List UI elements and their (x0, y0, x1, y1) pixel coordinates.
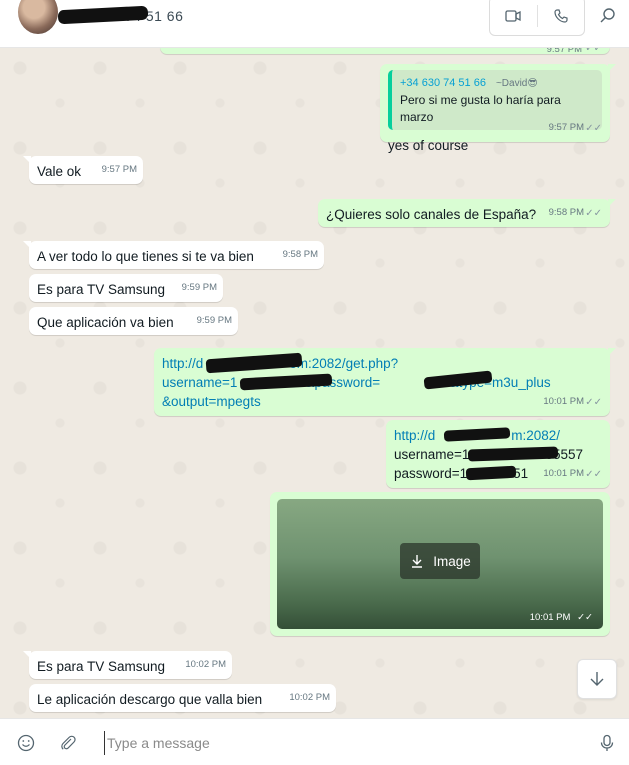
message-list[interactable]: 9:57 PM ✓✓ +34 630 74 51 66 ~David😎 Pero … (0, 48, 629, 718)
message-input[interactable] (104, 731, 574, 755)
call-buttons-group (489, 0, 585, 36)
quote-author: +34 630 74 51 66 (400, 77, 486, 89)
message-text: Es para TV Samsung (37, 282, 166, 297)
message-text-line: username=1 55557 (394, 445, 602, 464)
search-icon (600, 8, 615, 23)
message-time: 10:01 PM (543, 468, 584, 479)
video-camera-icon (505, 10, 521, 22)
voice-message-button[interactable] (597, 733, 617, 753)
message-link[interactable]: &output=mpegts (162, 392, 602, 411)
quote-author-alias: ~David😎 (495, 78, 538, 89)
message-time: 9:59 PM (196, 315, 232, 326)
read-receipt-icon: ✓✓ (577, 612, 593, 623)
message-time: 9:57 PM (546, 48, 582, 55)
message-text: A ver todo lo que tienes si te va bien (37, 249, 254, 264)
message-time: 10:02 PM (289, 692, 330, 703)
link-part: username=1 (162, 375, 238, 390)
message-link[interactable]: http://d om:2082/get.php? (162, 352, 602, 374)
message-bubble-incoming[interactable]: Le aplicación descargo que valla bien 10… (29, 684, 336, 712)
image-attachment[interactable]: Image 10:01 PM ✓✓ (277, 499, 603, 629)
message-text: Es para TV Samsung (37, 659, 166, 674)
link-part: http://d (162, 356, 204, 371)
text-part: password=1 (394, 466, 468, 481)
link-part: m:2082/ (511, 428, 561, 443)
message-composer (0, 718, 629, 765)
message-time: 9:57 PM (548, 122, 584, 133)
download-image-button[interactable]: Image (400, 543, 480, 579)
scroll-to-bottom-button[interactable] (577, 659, 617, 699)
message-text: Vale ok (37, 164, 82, 179)
download-image-label: Image (433, 553, 471, 569)
microphone-icon (600, 734, 614, 751)
read-receipt-icon: ✓✓ (585, 208, 602, 219)
redaction-mark (465, 465, 517, 481)
arrow-down-icon (590, 672, 604, 686)
message-text: ¿Quieres solo canales de España? (326, 207, 537, 222)
read-receipt-icon: ✓✓ (585, 469, 602, 480)
message-link[interactable]: http://d m:2082/ (394, 426, 602, 445)
download-icon (412, 555, 423, 568)
image-meta: 10:01 PM ✓✓ (530, 612, 593, 623)
message-text: Que aplicación va bien (37, 315, 174, 330)
message-time: 10:02 PM (185, 659, 226, 670)
read-receipt-icon: ✓✓ (585, 397, 602, 408)
attach-button[interactable] (58, 733, 78, 753)
paperclip-icon (61, 735, 76, 750)
message-text: Le aplicación descargo que valla bien (37, 692, 263, 707)
message-bubble-incoming[interactable]: A ver todo lo que tienes si te va bien 9… (23, 241, 324, 269)
message-bubble-outgoing[interactable]: 9:57 PM ✓✓ (160, 48, 610, 55)
message-bubble-outgoing[interactable]: +34 630 74 51 66 ~David😎 Pero si me gusta… (380, 64, 616, 153)
message-bubble-outgoing[interactable]: http://d m:2082/ username=1 55557 password… (386, 420, 610, 488)
message-time: 9:58 PM (548, 207, 584, 218)
text-part: username=1 (394, 447, 470, 462)
message-bubble-image[interactable]: Image 10:01 PM ✓✓ (270, 492, 610, 636)
message-time: 10:01 PM (529, 612, 571, 623)
message-link[interactable]: username=15557&password=1&type=m3u_plus (162, 370, 602, 392)
link-part: om:2082/get.php? (289, 356, 399, 371)
emoji-button[interactable] (16, 733, 36, 753)
message-bubble-incoming[interactable]: Es para TV Samsung 9:59 PM (29, 274, 223, 302)
message-text: yes of course (388, 138, 469, 153)
message-time: 10:01 PM (543, 396, 584, 407)
voice-call-button[interactable] (538, 0, 585, 35)
contact-avatar[interactable] (18, 0, 58, 34)
message-bubble-outgoing[interactable]: http://d om:2082/get.php? username=15557&… (154, 348, 616, 416)
message-time: 9:59 PM (181, 282, 217, 293)
chat-header: +34 630 74 51 66 (0, 0, 629, 48)
read-receipt-icon: ✓✓ (585, 123, 602, 134)
link-part: http://d (394, 428, 436, 443)
search-button[interactable] (596, 4, 620, 28)
redaction-mark (205, 352, 303, 374)
message-bubble-incoming[interactable]: Que aplicación va bien 9:59 PM (29, 307, 238, 335)
message-bubble-incoming[interactable]: Es para TV Samsung 10:02 PM (23, 651, 232, 679)
message-bubble-incoming[interactable]: Vale ok 9:57 PM (23, 156, 143, 184)
message-time: 9:57 PM (101, 164, 137, 175)
phone-icon (554, 9, 568, 23)
emoji-icon (17, 734, 35, 752)
message-bubble-outgoing[interactable]: ¿Quieres solo canales de España? 9:58 PM… (318, 199, 616, 227)
redaction-mark (443, 427, 511, 442)
message-time: 9:58 PM (282, 249, 318, 260)
read-receipt-icon: ✓✓ (585, 48, 602, 54)
video-call-button[interactable] (490, 0, 537, 35)
